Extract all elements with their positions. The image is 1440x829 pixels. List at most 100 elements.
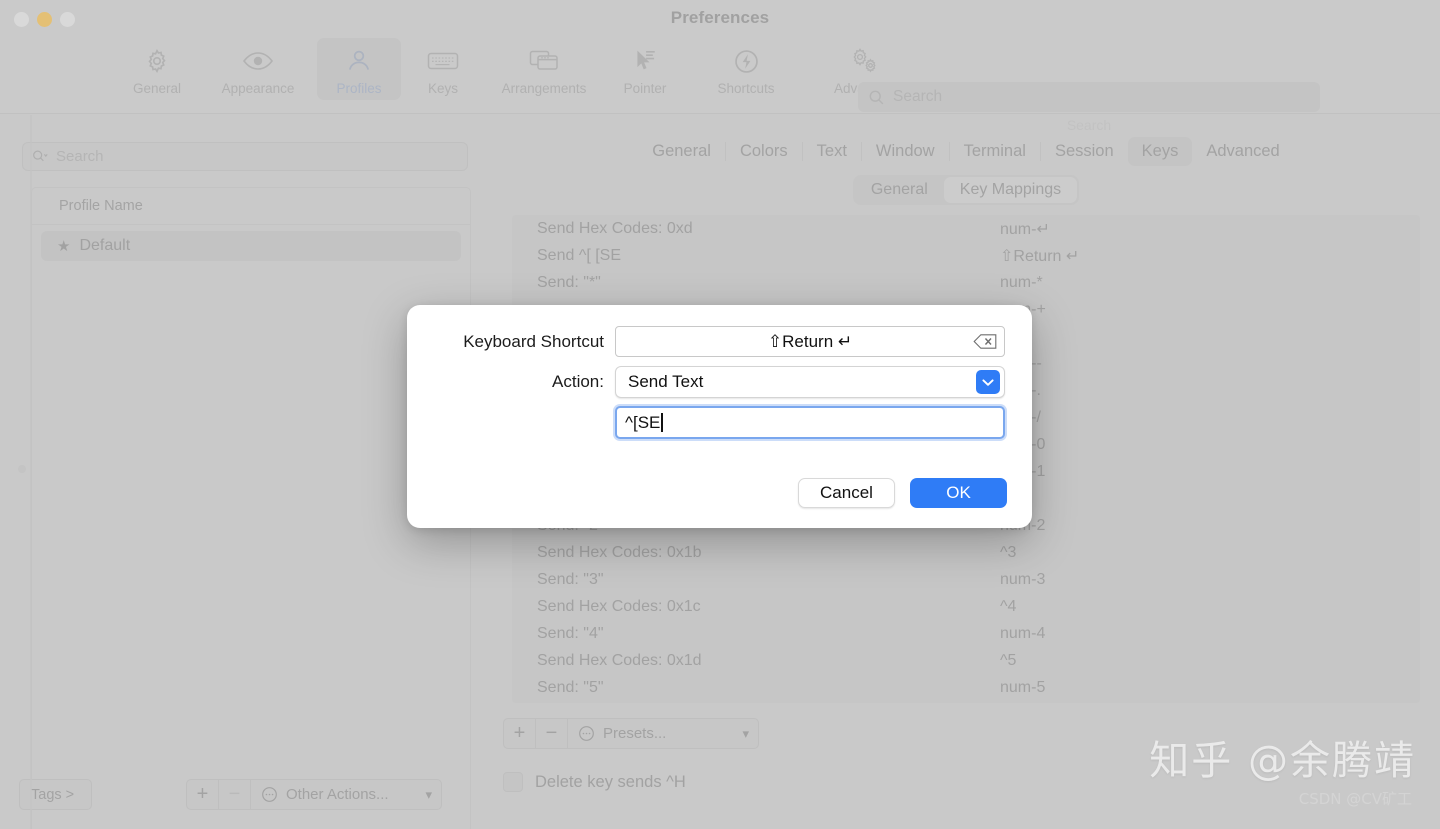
toolbar-label: Pointer: [623, 81, 667, 96]
mapping-key: num-2: [1000, 517, 1420, 535]
mapping-key: num-5: [1000, 678, 1046, 696]
mapping-key: num-3: [1000, 570, 1046, 588]
table-row[interactable]: Send: "*" num-*: [512, 269, 1420, 296]
person-icon: [339, 44, 379, 78]
keyboard-shortcut-label: Keyboard Shortcut: [463, 331, 604, 351]
tab-advanced[interactable]: Advanced: [1192, 137, 1293, 166]
ok-button[interactable]: OK: [910, 478, 1007, 508]
tab-colors[interactable]: Colors: [726, 137, 802, 166]
cancel-button[interactable]: Cancel: [798, 478, 895, 508]
keyboard-shortcut-row: Keyboard Shortcut ⇧Return ↵: [407, 326, 1032, 357]
preferences-window: Preferences General Appearance Profiles …: [0, 0, 1440, 829]
chevron-down-icon: ▾: [425, 786, 432, 802]
tab-session[interactable]: Session: [1041, 137, 1128, 166]
mapping-action: Send Hex Codes: 0x1d: [537, 651, 702, 669]
search-placeholder: Search: [893, 88, 943, 105]
toolbar-label: Appearance: [221, 81, 295, 96]
chevron-down-icon: ▾: [742, 725, 749, 741]
mapping-action: Send Hex Codes: 0xd: [537, 219, 693, 237]
table-row[interactable]: Send Hex Codes: 0x1d ^5: [512, 647, 1420, 674]
search-input[interactable]: Search: [858, 82, 1320, 112]
delete-key-label: Delete key sends ^H: [535, 772, 686, 791]
list-item[interactable]: ★ Default: [41, 231, 461, 261]
mapping-key: num-1: [1000, 463, 1420, 481]
other-actions-menu[interactable]: Other Actions... ▾: [251, 780, 441, 809]
table-row[interactable]: Send: "5" num-5: [512, 674, 1420, 701]
sidebar-search-input[interactable]: Search: [22, 142, 468, 171]
bolt-icon: [726, 44, 766, 78]
send-text-input[interactable]: ^[SE: [615, 406, 1005, 439]
action-value: Send Text: [628, 372, 704, 391]
mapping-action: Send Hex Codes: 0x1c: [537, 597, 701, 615]
tab-text[interactable]: Text: [803, 137, 861, 166]
eye-icon: [238, 44, 278, 78]
key-mapping-actions-group: + − Presets... ▾: [503, 718, 759, 749]
profile-name: Default: [79, 237, 131, 254]
remove-profile-button[interactable]: −: [219, 780, 251, 809]
toolbar-label: Shortcuts: [717, 81, 775, 96]
title-bar: Preferences: [0, 0, 1440, 38]
subtab-key-mappings[interactable]: Key Mappings: [943, 177, 1078, 203]
remove-mapping-button[interactable]: −: [536, 719, 568, 748]
search-icon: [868, 89, 885, 106]
mapping-key: ⇧Return ↵: [1000, 247, 1080, 265]
search-icon: [32, 148, 49, 165]
send-text-value: ^[SE: [625, 412, 661, 432]
toolbar-item-general[interactable]: General: [115, 38, 199, 100]
mapping-key: num-0: [1000, 436, 1420, 454]
mapping-key: num-4: [1000, 624, 1046, 642]
mapping-key: num-↵: [1000, 220, 1050, 238]
backspace-icon[interactable]: [973, 333, 997, 350]
table-row[interactable]: Send Hex Codes: 0xd num-↵: [512, 215, 1420, 242]
keyboard-shortcut-value: ⇧Return ↵: [767, 331, 853, 351]
gears-icon: [844, 44, 884, 78]
windows-icon: [524, 44, 564, 78]
subtab-general[interactable]: General: [855, 177, 944, 203]
action-select[interactable]: Send Text: [615, 366, 1005, 398]
pane-divider[interactable]: [30, 115, 32, 829]
toolbar-item-appearance[interactable]: Appearance: [199, 38, 317, 100]
toolbar-item-arrangements[interactable]: Arrangements: [485, 38, 603, 100]
mapping-action: Send: "*": [537, 273, 601, 291]
table-row[interactable]: Send: "4" num-4: [512, 620, 1420, 647]
toolbar-label: Keys: [427, 81, 458, 96]
profile-tabs: General Colors Text Window Terminal Sess…: [492, 137, 1440, 166]
tab-terminal[interactable]: Terminal: [950, 137, 1040, 166]
mapping-key: ^4: [1000, 597, 1017, 615]
mapping-key: ^5: [1000, 651, 1017, 669]
profile-list: ★ Default: [32, 225, 470, 261]
toolbar-item-pointer[interactable]: Pointer: [603, 38, 687, 100]
mapping-action: Send ^[ [SE: [537, 246, 621, 264]
add-mapping-button[interactable]: +: [504, 719, 536, 748]
table-row[interactable]: Send: "3" num-3: [512, 566, 1420, 593]
chevron-down-icon[interactable]: [976, 370, 1000, 394]
toolbar-item-profiles[interactable]: Profiles: [317, 38, 401, 100]
tab-keys[interactable]: Keys: [1127, 137, 1193, 166]
mapping-key: ^_: [1000, 328, 1420, 346]
delete-key-option[interactable]: Delete key sends ^H: [503, 772, 686, 792]
watermark-primary: 知乎 @余腾靖: [1149, 738, 1416, 784]
add-profile-button[interactable]: +: [187, 780, 219, 809]
keyboard-shortcut-input[interactable]: ⇧Return ↵: [615, 326, 1005, 357]
toolbar-item-keys[interactable]: Keys: [401, 38, 485, 100]
mapping-key: ^2: [1000, 490, 1420, 508]
keys-subtabs: General Key Mappings: [492, 175, 1440, 205]
mapping-key: num-.: [1000, 382, 1420, 400]
other-actions-label: Other Actions...: [286, 786, 389, 803]
tab-window[interactable]: Window: [862, 137, 949, 166]
presets-menu[interactable]: Presets... ▾: [568, 719, 758, 748]
table-row[interactable]: Send ^[ [SE ⇧Return ↵: [512, 242, 1420, 269]
action-label: Action:: [552, 372, 604, 391]
mapping-action: Send: "3": [537, 570, 604, 588]
action-row: Action: Send Text: [407, 366, 1032, 398]
tab-general[interactable]: General: [638, 137, 725, 166]
mapping-key: num-/: [1000, 409, 1420, 427]
table-row[interactable]: Send Hex Codes: 0x1c ^4: [512, 593, 1420, 620]
table-row[interactable]: Send Hex Codes: 0x1b ^3: [512, 539, 1420, 566]
toolbar-item-shortcuts[interactable]: Shortcuts: [687, 38, 805, 100]
toolbar-label: General: [132, 81, 182, 96]
delete-key-checkbox[interactable]: [503, 772, 523, 792]
mapping-key: num-+: [1000, 301, 1420, 319]
mapping-key: num-*: [1000, 273, 1043, 291]
pane-divider-handle[interactable]: [18, 465, 26, 473]
